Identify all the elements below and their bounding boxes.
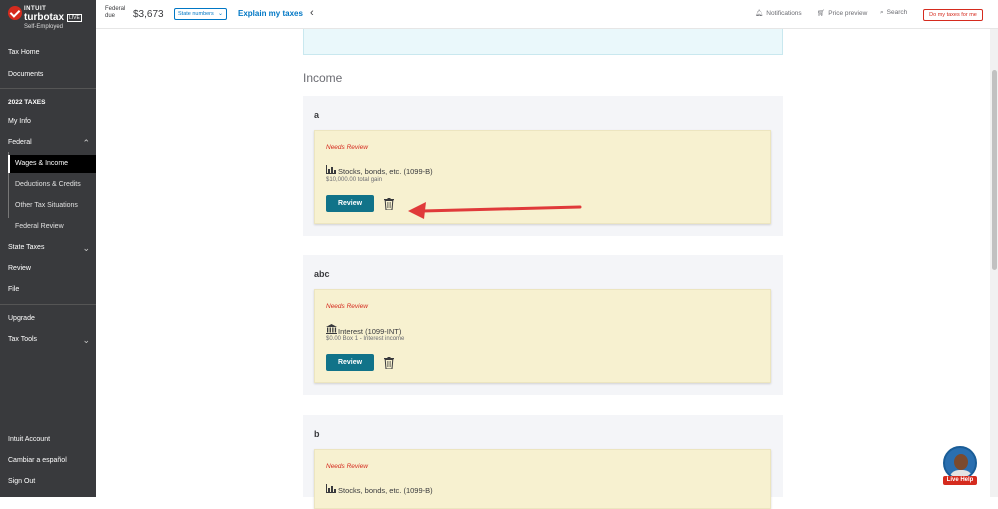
bank-icon bbox=[326, 324, 337, 336]
live-help-button[interactable]: Live Help bbox=[943, 446, 977, 486]
live-help-avatar bbox=[943, 446, 977, 480]
sidebar-item-tax-home[interactable]: Tax Home bbox=[0, 44, 96, 62]
sidebar-item-other-tax-situations[interactable]: Other Tax Situations bbox=[0, 197, 96, 215]
notifications-button[interactable]: 🔔︎ Notifications bbox=[755, 9, 802, 17]
cart-icon: 🛒︎ bbox=[817, 10, 826, 17]
needs-review-status: Needs Review bbox=[326, 463, 368, 470]
income-item-card: Needs Review Interest (1099-INT) $0.00 B… bbox=[314, 289, 771, 383]
chevron-down-icon: ⌄ bbox=[217, 11, 223, 17]
live-help-label: Live Help bbox=[943, 476, 977, 485]
sidebar-item-language[interactable]: Cambiar a español bbox=[0, 452, 96, 470]
sidebar-item-upgrade[interactable]: Upgrade bbox=[0, 310, 96, 328]
avatar-face bbox=[954, 454, 968, 470]
sidebar-item-tax-tools[interactable]: Tax Tools ⌄ bbox=[0, 331, 96, 349]
price-preview-button[interactable]: 🛒︎ Price preview bbox=[817, 9, 867, 17]
sidebar-item-documents[interactable]: Documents bbox=[0, 66, 96, 84]
group-title: b bbox=[314, 429, 320, 439]
bell-icon: 🔔︎ bbox=[755, 10, 764, 17]
notifications-label: Notifications bbox=[766, 10, 802, 17]
group-title: abc bbox=[314, 269, 330, 279]
income-group: abc Needs Review Interest (1099-INT) $0.… bbox=[303, 255, 783, 395]
income-item-summary: $0.00 Box 1 - Interest income bbox=[326, 336, 405, 342]
income-item-card: Needs Review Stocks, bonds, etc. (1099-B… bbox=[314, 449, 771, 509]
sidebar-item-state-taxes[interactable]: State Taxes ⌄ bbox=[0, 239, 96, 257]
sidebar-item-federal-review[interactable]: Federal Review bbox=[0, 218, 96, 236]
state-numbers-select[interactable]: State numbers ⌄ bbox=[174, 8, 227, 20]
income-item-title: Stocks, bonds, etc. (1099-B) bbox=[326, 484, 433, 495]
sidebar-divider bbox=[0, 304, 96, 305]
federal-due-amount[interactable]: $3,673 bbox=[133, 9, 164, 20]
explain-my-taxes-link[interactable]: Explain my taxes bbox=[238, 9, 303, 18]
income-item-label: Interest (1099-INT) bbox=[338, 327, 402, 336]
info-banner bbox=[303, 29, 783, 55]
top-bar: Federal due $3,673 State numbers ⌄ Expla… bbox=[96, 0, 998, 29]
sidebar-item-sign-out[interactable]: Sign Out bbox=[0, 473, 96, 491]
state-numbers-label: State numbers bbox=[178, 11, 214, 17]
chevron-up-icon: ⌃ bbox=[82, 138, 90, 148]
sidebar-item-review[interactable]: Review bbox=[0, 260, 96, 278]
search-icon: ⌕ bbox=[880, 9, 884, 16]
search-label: Search bbox=[886, 9, 908, 16]
needs-review-status: Needs Review bbox=[326, 303, 368, 310]
checkmark-logo-icon bbox=[8, 6, 22, 20]
income-item-label: Stocks, bonds, etc. (1099-B) bbox=[338, 167, 433, 176]
chart-icon bbox=[326, 165, 336, 176]
federal-due-label: Federal due bbox=[105, 6, 126, 19]
sidebar: INTUIT turbotax LIVE Self-Employed Tax H… bbox=[0, 0, 96, 497]
search-button[interactable]: ⌕ Search bbox=[880, 9, 907, 17]
sidebar-item-tax-tools-label: Tax Tools bbox=[8, 336, 38, 343]
annotation-arrow bbox=[408, 202, 582, 219]
chart-icon bbox=[326, 484, 336, 495]
review-button[interactable]: Review bbox=[326, 195, 374, 212]
group-title: a bbox=[314, 110, 320, 120]
do-my-taxes-button[interactable]: Do my taxes for me bbox=[923, 9, 983, 21]
sidebar-item-deductions-credits[interactable]: Deductions & Credits bbox=[0, 176, 96, 194]
brand-edition: Self-Employed bbox=[24, 24, 64, 30]
income-group: b Needs Review Stocks, bonds, etc. (1099… bbox=[303, 415, 783, 509]
income-item-title: Stocks, bonds, etc. (1099-B) bbox=[326, 165, 433, 176]
sidebar-item-federal-label: Federal bbox=[8, 139, 32, 146]
chevron-down-icon: ⌄ bbox=[82, 335, 90, 345]
sidebar-item-wages-income[interactable]: Wages & Income bbox=[8, 155, 96, 173]
collapse-chevron-icon[interactable]: ‹ bbox=[310, 7, 314, 19]
sidebar-item-state-taxes-label: State Taxes bbox=[8, 244, 45, 251]
scrollbar-thumb[interactable] bbox=[992, 70, 997, 270]
sidebar-section-2022-taxes: 2022 TAXES bbox=[8, 99, 46, 106]
sidebar-item-federal[interactable]: Federal ⌃ bbox=[0, 134, 96, 152]
sidebar-divider bbox=[0, 88, 96, 89]
brand-badge: LIVE bbox=[67, 14, 82, 22]
brand-product: turbotax bbox=[24, 12, 64, 23]
turbotax-logo[interactable]: INTUIT turbotax LIVE Self-Employed bbox=[8, 6, 94, 32]
needs-review-status: Needs Review bbox=[326, 144, 368, 151]
sidebar-item-intuit-account[interactable]: Intuit Account bbox=[0, 431, 96, 449]
sidebar-item-my-info[interactable]: My Info bbox=[0, 113, 96, 131]
price-preview-label: Price preview bbox=[828, 10, 868, 17]
trash-icon[interactable] bbox=[384, 356, 394, 370]
trash-icon[interactable] bbox=[384, 197, 394, 211]
sidebar-item-file[interactable]: File bbox=[0, 281, 96, 299]
review-button[interactable]: Review bbox=[326, 354, 374, 371]
section-title-income: Income bbox=[303, 71, 343, 85]
income-item-summary: $10,000.00 total gain bbox=[326, 177, 383, 183]
chevron-down-icon: ⌄ bbox=[82, 243, 90, 253]
income-item-label: Stocks, bonds, etc. (1099-B) bbox=[338, 486, 433, 495]
income-item-title: Interest (1099-INT) bbox=[326, 324, 401, 336]
